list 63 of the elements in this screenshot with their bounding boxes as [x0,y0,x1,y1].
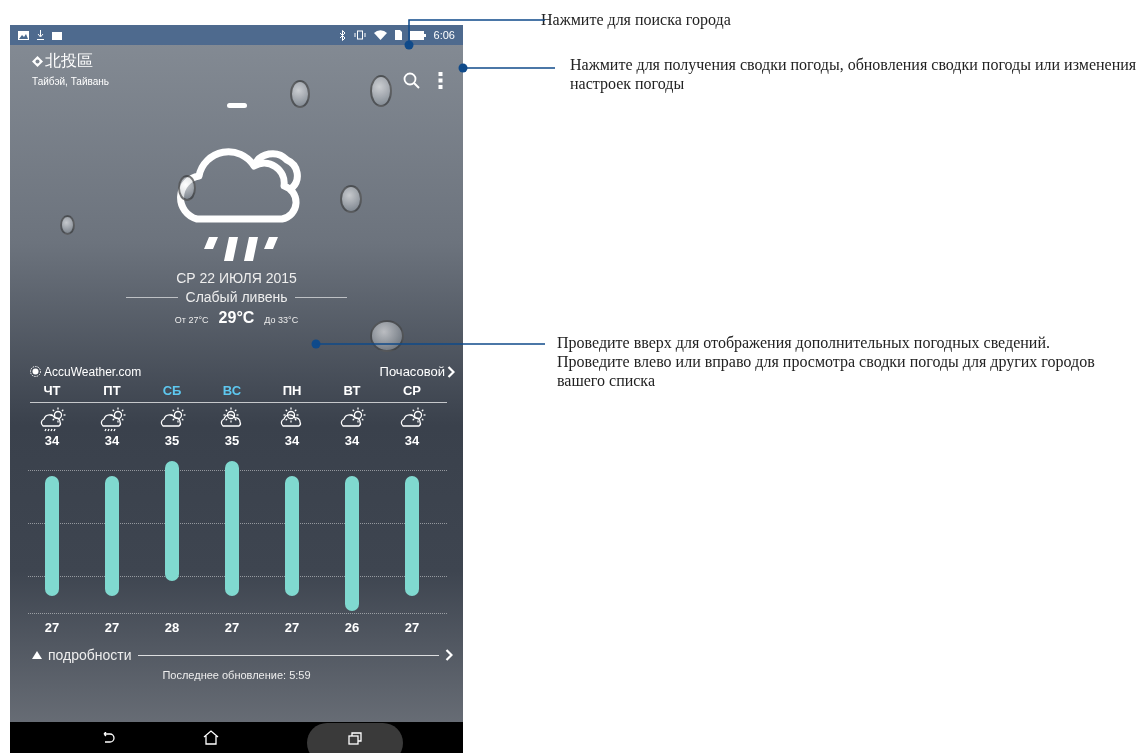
clock-time: 6:06 [433,29,455,41]
provider-name: AccuWeather.com [44,364,142,379]
picture-icon [18,30,29,40]
recent-apps-icon[interactable] [306,722,403,753]
location-name: 北投區 [45,51,93,71]
date-text: СР 22 ИЮЛЯ 2015 [175,270,298,286]
raindrop-icon [340,185,362,213]
high-temperature: 35 [223,433,241,448]
rain-cloud-sun-icon [38,407,66,433]
high-temperature: 34 [343,433,361,448]
day-label: СР [401,383,423,398]
hourly-link[interactable]: Почасовой [379,364,455,379]
callout-text: Нажмите для получения сводки погоды, обновления сводки погоды или изменения настроек погоды [570,55,1138,93]
callout-text: Проведите вверх для отображения дополнительных погодных сведений. [557,333,1051,352]
drag-handle[interactable] [226,103,247,108]
low-temperature: 27 [283,620,301,635]
chevron-right-icon [447,365,455,378]
high-temperature: До 33°C [264,315,299,325]
search-icon[interactable] [403,71,420,89]
day-label: СБ [161,383,183,398]
condition-text: Слабый ливень [185,289,288,305]
location-region: Тайбэй, Тайвань [32,76,109,87]
low-temperature: 27 [223,620,241,635]
rain-cloud-sun-icon [98,407,126,433]
high-temperature: 34 [403,433,421,448]
location-target-icon [32,56,43,67]
day-label: ПТ [102,383,122,398]
battery-icon [409,30,426,40]
chevron-right-icon [445,649,453,661]
low-temperature: От 27°C [174,315,209,325]
triangle-up-icon [32,651,42,659]
high-temperature: 34 [43,433,61,448]
day-label: ПН [281,383,303,398]
day-label: ВС [221,383,243,398]
raindrop-icon [60,215,75,235]
raindrop-icon [370,320,404,352]
high-temperature: 34 [103,433,121,448]
clipboard-icon [52,30,62,40]
low-temperature: 28 [163,620,181,635]
low-temperature: 27 [103,620,121,635]
day-label: ВТ [342,383,362,398]
low-temperature: 27 [43,620,61,635]
day-label: ЧТ [42,383,62,398]
download-icon [37,30,44,40]
details-link[interactable]: подробности [32,647,132,663]
current-temperature: 29°C [218,309,255,327]
more-menu-icon[interactable] [438,71,443,89]
raindrop-icon [290,80,310,108]
low-temperature: 27 [403,620,421,635]
sim-card-icon [394,30,402,40]
vibrate-icon [353,30,366,40]
sun-logo-icon [30,366,41,377]
home-icon[interactable] [202,730,219,745]
wifi-icon [373,30,387,40]
low-temperature: 26 [343,620,361,635]
raindrop-icon [178,175,196,201]
last-update-text: Последнее обновление: 5:59 [161,669,312,681]
bluetooth-icon [338,29,346,41]
high-temperature: 35 [163,433,181,448]
raindrop-icon [370,75,392,107]
callout-text: Нажмите для поиска города [541,10,732,29]
callout-text: Проведите влево или вправо для просмотра сводки погоды для других городов вашего списка [557,352,1096,390]
high-temperature: 34 [283,433,301,448]
